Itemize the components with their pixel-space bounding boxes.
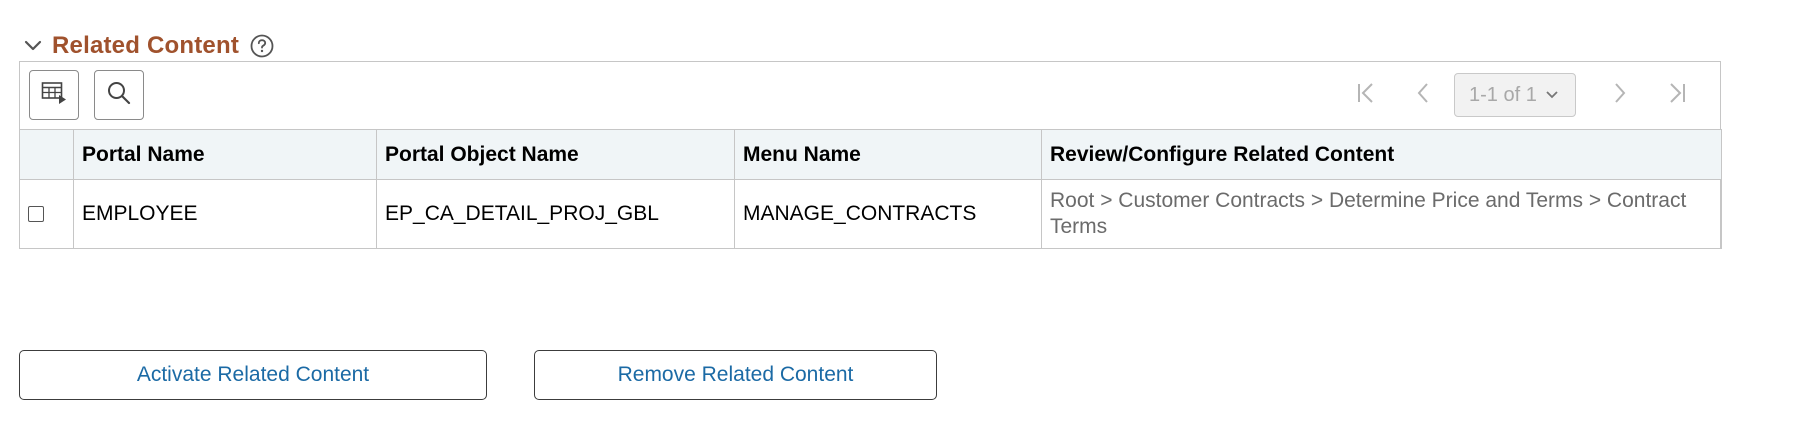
related-content-path: Root > Customer Contracts > Determine Pr… [1050, 189, 1687, 238]
page-range-label: 1-1 of 1 [1469, 83, 1537, 106]
cell-menu-name: MANAGE_CONTRACTS [734, 179, 1042, 249]
previous-page-icon [1416, 82, 1430, 109]
column-header-review-configure: Review/Configure Related Content [1041, 129, 1722, 180]
first-page-icon [1356, 82, 1376, 109]
column-header-portal-object-name: Portal Object Name [376, 129, 735, 180]
related-content-grid: 1-1 of 1 Portal Name Portal Object Name … [19, 61, 1722, 249]
table-header-row: Portal Name Portal Object Name Menu Name… [19, 129, 1722, 180]
cell-review-configure: Root > Customer Contracts > Determine Pr… [1041, 179, 1722, 249]
next-page-button[interactable] [1603, 78, 1637, 112]
next-page-icon [1613, 82, 1627, 109]
last-page-icon [1667, 82, 1687, 109]
column-header-menu-name: Menu Name [734, 129, 1042, 180]
chevron-down-icon[interactable] [22, 35, 44, 57]
column-header-portal-name: Portal Name [73, 129, 377, 180]
remove-related-content-button[interactable]: Remove Related Content [534, 350, 937, 400]
search-button[interactable] [94, 70, 144, 120]
grid-personalize-icon [41, 81, 67, 110]
select-column-header [19, 129, 74, 180]
related-content-table: Portal Name Portal Object Name Menu Name… [19, 129, 1722, 249]
section-header: Related Content [22, 30, 275, 62]
activate-related-content-button[interactable]: Activate Related Content [19, 350, 487, 400]
row-checkbox[interactable] [28, 206, 44, 223]
chevron-down-icon [1545, 90, 1559, 100]
first-page-button[interactable] [1349, 78, 1383, 112]
cell-portal-object-name: EP_CA_DETAIL_PROJ_GBL [376, 179, 735, 249]
page-range-select[interactable]: 1-1 of 1 [1454, 73, 1576, 117]
row-select-cell [19, 179, 74, 249]
cell-portal-name: EMPLOYEE [73, 179, 377, 249]
search-icon [106, 80, 132, 111]
help-icon[interactable] [249, 33, 275, 59]
last-page-button[interactable] [1660, 78, 1694, 112]
table-row: EMPLOYEE EP_CA_DETAIL_PROJ_GBL MANAGE_CO… [19, 179, 1722, 249]
grid-toolbar: 1-1 of 1 [20, 62, 1720, 130]
previous-page-button[interactable] [1406, 78, 1440, 112]
personalize-grid-button[interactable] [29, 70, 79, 120]
section-title: Related Content [52, 32, 240, 59]
